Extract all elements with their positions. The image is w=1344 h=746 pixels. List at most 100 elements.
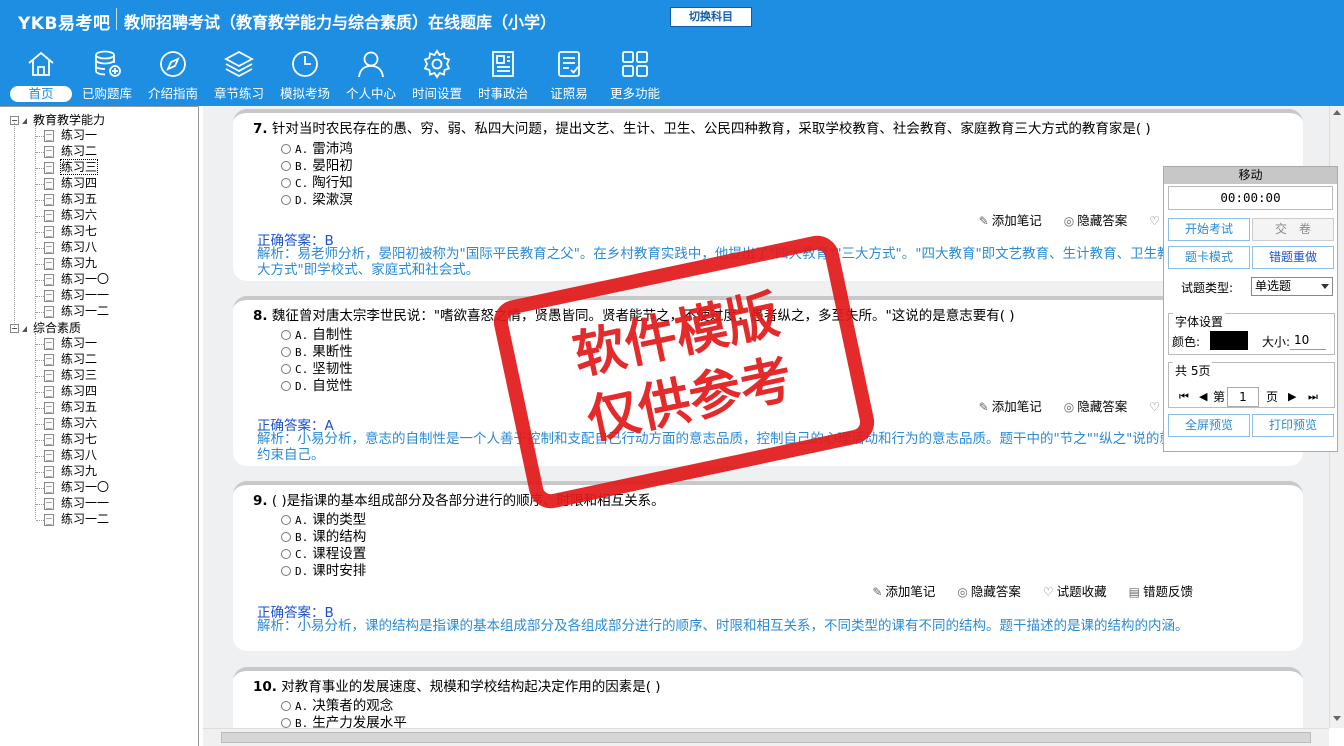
add-note-button[interactable]: ✎ 添加笔记 (979, 213, 1042, 228)
radio-button[interactable] (281, 532, 291, 542)
favorite-button[interactable]: ♡试题收藏 (1043, 584, 1107, 599)
tree-item[interactable]: 练习四 (44, 384, 97, 400)
tree-connector (36, 488, 44, 489)
tree-item[interactable]: 练习七 (44, 224, 97, 240)
tree-item[interactable]: 练习一二 (44, 304, 109, 320)
panel-drag-handle[interactable]: 移动 (1164, 167, 1337, 184)
add-note-button[interactable]: ✎ 添加笔记 (979, 399, 1042, 414)
tree-item[interactable]: 练习八 (44, 240, 97, 256)
question-card: 10. 对教育事业的发展速度、规模和学校结构起决定作用的因素是( ) A. 决策者… (233, 667, 1303, 728)
nav-mock-exam[interactable]: 模拟考场 (272, 48, 338, 104)
heart-icon: ♡ (1149, 214, 1160, 228)
nav-purchased[interactable]: 已购题库 (74, 48, 140, 104)
tree-item[interactable]: 练习一 (44, 128, 97, 144)
first-page-icon[interactable]: ⏮ (1179, 390, 1189, 404)
tree-item[interactable]: 练习三 (44, 368, 97, 384)
nav-politics[interactable]: 时事政治 (470, 48, 536, 104)
question-type-select[interactable]: 单选题 (1251, 277, 1333, 296)
horizontal-scrollbar[interactable] (203, 728, 1329, 746)
hide-answer-button[interactable]: ◎ 隐藏答案 (1064, 399, 1128, 414)
collapse-icon[interactable]: − (10, 116, 19, 125)
option-d[interactable]: D. 自觉性 (281, 374, 353, 394)
tree-item[interactable]: 练习六 (44, 208, 97, 224)
tree-item[interactable]: 练习一 (44, 336, 97, 352)
radio-button[interactable] (281, 161, 291, 171)
tree-item[interactable]: 练习六 (44, 416, 97, 432)
redo-wrong-button[interactable]: 错题重做 (1252, 246, 1334, 269)
page-number-input[interactable]: 1 (1227, 387, 1259, 407)
tree-item[interactable]: 练习八 (44, 448, 97, 464)
next-page-icon[interactable]: ▶ (1288, 390, 1296, 403)
chevron-down-icon (1321, 284, 1329, 289)
tree-item[interactable]: 练习一一 (44, 288, 109, 304)
tree-connector (36, 312, 44, 313)
collapse-icon[interactable]: − (10, 324, 19, 333)
radio-button[interactable] (281, 381, 291, 391)
card-mode-button[interactable]: 题卡模式 (1168, 246, 1250, 269)
option-d[interactable]: D. 梁漱溟 (281, 188, 353, 208)
tree-group-quality[interactable]: − 综合素质 (10, 320, 81, 336)
tree-item[interactable]: 练习二 (44, 352, 97, 368)
scroll-thumb[interactable] (221, 732, 1311, 743)
feedback-button[interactable]: ▤ 错题反馈 (1129, 584, 1193, 599)
tree-connector (36, 216, 44, 217)
tree-item[interactable]: 练习九 (44, 256, 97, 272)
font-color-swatch[interactable] (1210, 331, 1248, 350)
expanded-triangle-icon (22, 325, 27, 332)
radio-button[interactable] (281, 364, 291, 374)
radio-button[interactable] (281, 347, 291, 357)
tree-item[interactable]: 练习五 (44, 400, 97, 416)
nav-time-settings[interactable]: 时间设置 (404, 48, 470, 104)
nav-certificate[interactable]: 证照易 (536, 48, 602, 104)
start-exam-button[interactable]: 开始考试 (1168, 218, 1250, 241)
tree-item-label: 练习一一 (61, 288, 110, 302)
hide-answer-button[interactable]: ◎ 隐藏答案 (957, 584, 1021, 599)
radio-button[interactable] (281, 701, 291, 711)
tree-item[interactable]: 练习三 (44, 159, 99, 176)
tree-item[interactable]: 练习四 (44, 176, 97, 192)
tree-item[interactable]: 练习一一 (44, 496, 109, 512)
switch-subject-button[interactable]: 切换科目 (670, 7, 752, 27)
document-icon (44, 289, 54, 302)
radio-button[interactable] (281, 144, 291, 154)
tree-item[interactable]: 练习一〇 (44, 272, 109, 288)
tree-group-teaching[interactable]: − 教育教学能力 (10, 112, 105, 128)
prev-page-icon[interactable]: ◀ (1199, 390, 1207, 403)
radio-button[interactable] (281, 718, 291, 728)
tree-connector (35, 125, 36, 319)
scroll-down-icon[interactable] (1333, 716, 1341, 721)
last-page-icon[interactable]: ⏭ (1308, 390, 1318, 404)
nav-more[interactable]: 更多功能 (602, 48, 668, 104)
radio-button[interactable] (281, 178, 291, 188)
tree-item[interactable]: 练习一二 (44, 512, 109, 528)
nav-home[interactable]: 首页 (8, 48, 74, 104)
nav-profile[interactable]: 个人中心 (338, 48, 404, 104)
option-b[interactable]: B. 生产力发展水平 (281, 711, 407, 728)
tree-item[interactable]: 练习七 (44, 432, 97, 448)
hide-answer-button[interactable]: ◎ 隐藏答案 (1064, 213, 1128, 228)
document-icon (44, 177, 54, 190)
fullscreen-preview-button[interactable]: 全屏预览 (1168, 414, 1250, 437)
option-text: 梁漱溟 (312, 192, 353, 208)
tree-item[interactable]: 练习九 (44, 464, 97, 480)
radio-button[interactable] (281, 566, 291, 576)
document-icon (44, 433, 54, 446)
option-key: D. (295, 380, 309, 393)
scroll-up-icon[interactable] (1333, 110, 1341, 115)
nav-chapter[interactable]: 章节练习 (206, 48, 272, 104)
tree-connector (36, 264, 44, 265)
nav-guide[interactable]: 介绍指南 (140, 48, 206, 104)
tree-item-label: 练习一二 (61, 304, 110, 318)
radio-button[interactable] (281, 515, 291, 525)
font-size-input[interactable]: 10 (1290, 331, 1326, 350)
tree-item[interactable]: 练习一〇 (44, 480, 109, 496)
print-preview-button[interactable]: 打印预览 (1252, 414, 1334, 437)
tree-item[interactable]: 练习五 (44, 192, 97, 208)
radio-button[interactable] (281, 195, 291, 205)
radio-button[interactable] (281, 330, 291, 340)
submit-exam-button[interactable]: 交 卷 (1252, 218, 1334, 241)
add-note-button[interactable]: ✎ 添加笔记 (872, 584, 935, 599)
option-d[interactable]: D. 课时安排 (281, 559, 366, 579)
tree-item[interactable]: 练习二 (44, 144, 97, 160)
radio-button[interactable] (281, 549, 291, 559)
